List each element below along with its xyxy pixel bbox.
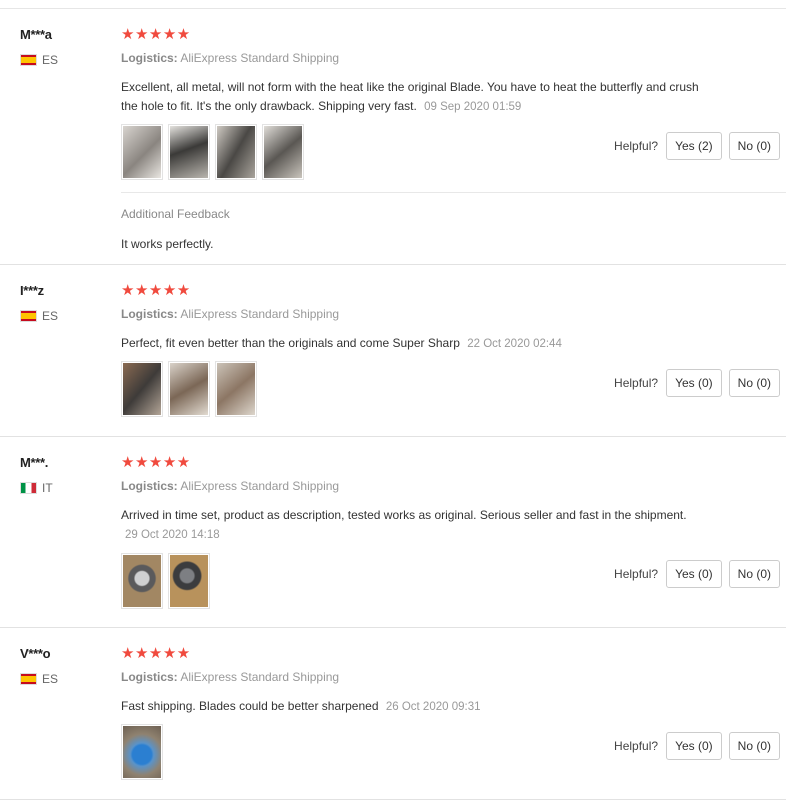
review-date: 26 Oct 2020 09:31 — [385, 701, 481, 713]
review-body: Fast shipping. Blades could be better sh… — [121, 699, 379, 713]
review-text: Perfect, fit even better than the origin… — [121, 334, 711, 354]
helpful-controls: Helpful? Yes (0) No (0) — [614, 560, 780, 588]
review-photo-thumbnail[interactable] — [168, 124, 210, 180]
helpful-label: Helpful? — [614, 376, 659, 390]
review-photo-thumbnail[interactable] — [215, 361, 257, 417]
reviewer-name: M***. — [20, 455, 49, 470]
helpful-no-button[interactable]: No (0) — [728, 369, 780, 397]
reviewer-country: IT — [20, 481, 53, 495]
logistics-label: Logistics: — [121, 307, 178, 321]
helpful-yes-button[interactable]: Yes (0) — [666, 732, 722, 760]
logistics-value: AliExpress Standard Shipping — [180, 51, 340, 65]
logistics-info: Logistics: AliExpress Standard Shipping — [121, 307, 339, 321]
review-photo-thumbnail[interactable] — [121, 124, 163, 180]
reviewer-country: ES — [20, 309, 58, 323]
italy-flag-icon — [20, 482, 37, 494]
logistics-info: Logistics: AliExpress Standard Shipping — [121, 479, 339, 493]
review-photos — [121, 553, 210, 609]
review-body: Perfect, fit even better than the origin… — [121, 336, 460, 350]
helpful-no-button[interactable]: No (0) — [728, 560, 780, 588]
review-photos — [121, 724, 163, 780]
helpful-controls: Helpful? Yes (0) No (0) — [614, 732, 780, 760]
logistics-label: Logistics: — [121, 51, 178, 65]
helpful-yes-button[interactable]: Yes (0) — [666, 560, 722, 588]
country-code: ES — [42, 53, 59, 67]
review-photo-thumbnail[interactable] — [168, 553, 210, 609]
review-photo-thumbnail[interactable] — [215, 124, 257, 180]
star-rating: ★★★★★ — [121, 645, 191, 662]
additional-feedback-title: Additional Feedback — [121, 207, 230, 221]
review-item: I***z ES ★★★★★ Logistics: AliExpress Sta… — [0, 265, 786, 437]
country-code: ES — [42, 672, 59, 686]
helpful-yes-button[interactable]: Yes (2) — [666, 132, 722, 160]
review-text: Fast shipping. Blades could be better sh… — [121, 697, 711, 717]
helpful-label: Helpful? — [614, 739, 659, 753]
star-rating: ★★★★★ — [121, 282, 191, 299]
review-date: 29 Oct 2020 14:18 — [125, 529, 220, 541]
reviewer-name: M***a — [20, 27, 52, 42]
helpful-no-button[interactable]: No (0) — [728, 732, 780, 760]
reviewer-country: ES — [20, 672, 58, 686]
review-body: Excellent, all metal, will not form with… — [121, 80, 699, 113]
logistics-value: AliExpress Standard Shipping — [180, 479, 340, 493]
logistics-info: Logistics: AliExpress Standard Shipping — [121, 670, 339, 684]
review-date: 22 Oct 2020 02:44 — [467, 338, 562, 350]
review-photos — [121, 361, 257, 417]
star-rating: ★★★★★ — [121, 26, 191, 43]
reviewer-country: ES — [20, 53, 58, 67]
review-item: M***a ES ★★★★★ Logistics: AliExpress Sta… — [0, 9, 786, 265]
spain-flag-icon — [20, 54, 37, 66]
additional-feedback-text: It works perfectly. — [121, 237, 214, 251]
review-item: M***. IT ★★★★★ Logistics: AliExpress Sta… — [0, 437, 786, 628]
additional-feedback-divider — [121, 192, 786, 193]
logistics-label: Logistics: — [121, 479, 178, 493]
review-body: Arrived in time set, product as descript… — [121, 508, 687, 522]
logistics-value: AliExpress Standard Shipping — [180, 670, 340, 684]
helpful-label: Helpful? — [614, 567, 659, 581]
review-photo-thumbnail[interactable] — [168, 361, 210, 417]
logistics-label: Logistics: — [121, 670, 178, 684]
review-date: 09 Sep 2020 01:59 — [424, 101, 522, 113]
review-photo-thumbnail[interactable] — [121, 724, 163, 780]
logistics-value: AliExpress Standard Shipping — [180, 307, 340, 321]
logistics-info: Logistics: AliExpress Standard Shipping — [121, 51, 339, 65]
helpful-controls: Helpful? Yes (2) No (0) — [614, 132, 780, 160]
review-photo-thumbnail[interactable] — [121, 553, 163, 609]
star-rating: ★★★★★ — [121, 454, 191, 471]
review-item: V***o ES ★★★★★ Logistics: AliExpress Sta… — [0, 628, 786, 800]
review-text: Arrived in time set, product as descript… — [121, 506, 696, 545]
reviewer-name: V***o — [20, 646, 51, 661]
spain-flag-icon — [20, 673, 37, 685]
country-code: ES — [42, 309, 59, 323]
spain-flag-icon — [20, 310, 37, 322]
helpful-yes-button[interactable]: Yes (0) — [666, 369, 722, 397]
country-code: IT — [42, 481, 53, 495]
review-photo-thumbnail[interactable] — [121, 361, 163, 417]
helpful-label: Helpful? — [614, 139, 659, 153]
helpful-no-button[interactable]: No (0) — [728, 132, 780, 160]
review-photo-thumbnail[interactable] — [262, 124, 304, 180]
helpful-controls: Helpful? Yes (0) No (0) — [614, 369, 780, 397]
review-photos — [121, 124, 304, 180]
reviewer-name: I***z — [20, 283, 44, 298]
review-text: Excellent, all metal, will not form with… — [121, 78, 711, 117]
